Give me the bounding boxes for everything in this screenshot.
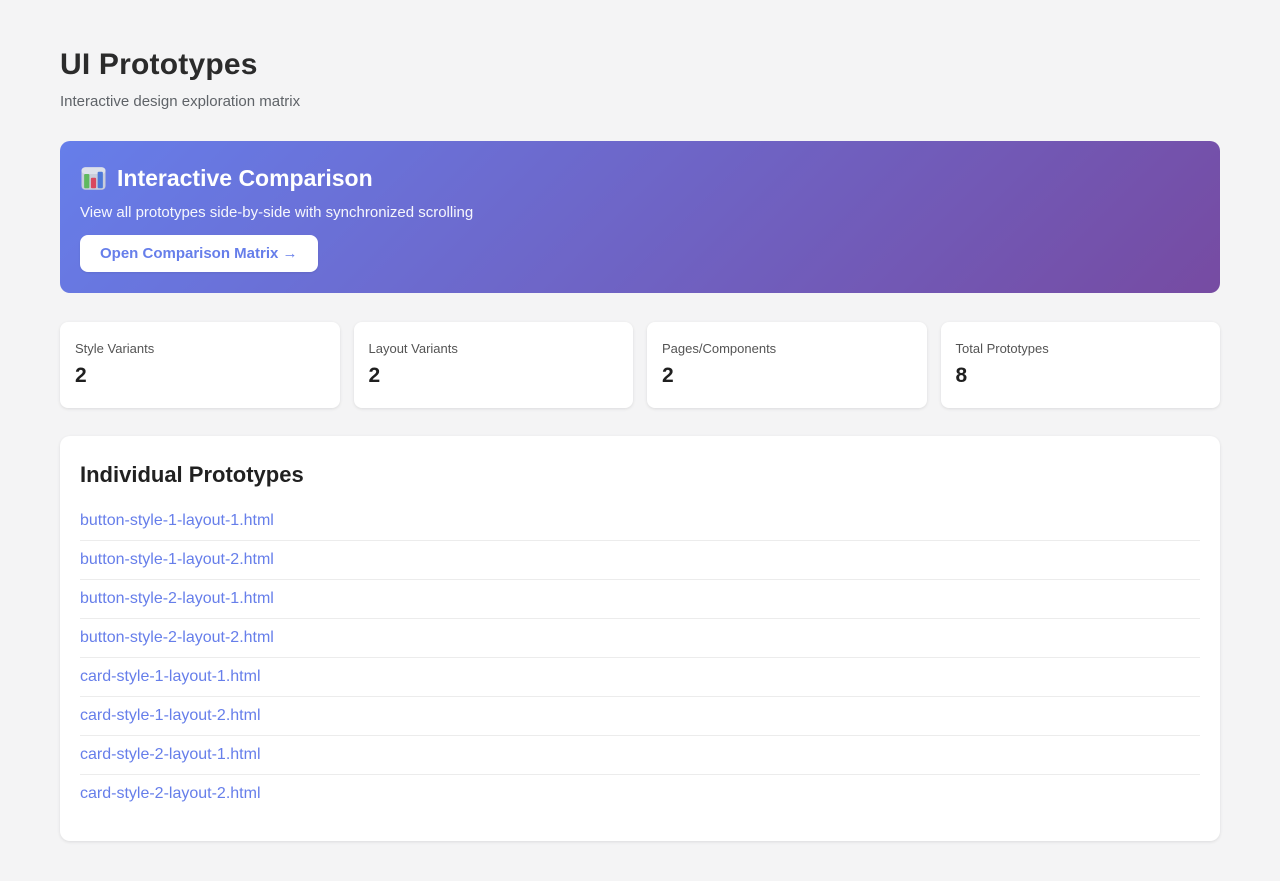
list-item: card-style-2-layout-1.html [80, 736, 1200, 775]
stats-row: Style Variants 2 Layout Variants 2 Pages… [60, 322, 1220, 408]
banner-title-text: Interactive Comparison [117, 165, 373, 191]
page-title: UI Prototypes [60, 48, 258, 81]
list-item: card-style-2-layout-2.html [80, 775, 1200, 813]
list-item: button-style-2-layout-1.html [80, 580, 1200, 619]
stat-card-pages-components: Pages/Components 2 [647, 322, 927, 408]
prototype-link-card-style-2-layout-1[interactable]: card-style-2-layout-1.html [80, 746, 261, 763]
prototype-link-button-style-1-layout-2[interactable]: button-style-1-layout-2.html [80, 551, 274, 568]
banner-description: View all prototypes side-by-side with sy… [80, 204, 474, 221]
list-item: button-style-1-layout-1.html [80, 502, 1200, 541]
stat-value: 2 [662, 364, 674, 387]
prototype-list: button-style-1-layout-1.html button-styl… [80, 502, 1200, 813]
list-item: button-style-2-layout-2.html [80, 619, 1200, 658]
open-comparison-matrix-button[interactable]: Open Comparison Matrix → [80, 235, 318, 272]
prototype-link-button-style-1-layout-1[interactable]: button-style-1-layout-1.html [80, 512, 274, 529]
list-item: button-style-1-layout-2.html [80, 541, 1200, 580]
stat-label: Pages/Components [662, 341, 777, 356]
prototypes-heading: Individual Prototypes [80, 462, 304, 487]
comparison-banner: Interactive Comparison View all prototyp… [60, 141, 1220, 293]
individual-prototypes-card: Individual Prototypes button-style-1-lay… [60, 436, 1220, 841]
prototype-link-card-style-2-layout-2[interactable]: card-style-2-layout-2.html [80, 785, 261, 802]
stat-card-layout-variants: Layout Variants 2 [353, 322, 633, 408]
page-subtitle: Interactive design exploration matrix [60, 93, 301, 110]
stat-value: 2 [75, 364, 87, 387]
page-container: UI Prototypes Interactive design explora… [0, 0, 1280, 881]
stat-label: Layout Variants [368, 341, 458, 356]
prototype-link-card-style-1-layout-2[interactable]: card-style-1-layout-2.html [80, 707, 261, 724]
prototype-link-button-style-2-layout-2[interactable]: button-style-2-layout-2.html [80, 629, 274, 646]
banner-title: Interactive Comparison [80, 165, 1200, 192]
stat-label: Total Prototypes [955, 341, 1049, 356]
bar-chart-icon [80, 165, 107, 192]
stat-label: Style Variants [75, 341, 155, 356]
stat-value: 2 [368, 364, 381, 387]
stat-card-total-prototypes: Total Prototypes 8 [940, 322, 1220, 408]
list-item: card-style-1-layout-2.html [80, 697, 1200, 736]
prototype-link-button-style-2-layout-1[interactable]: button-style-2-layout-1.html [80, 590, 274, 607]
list-item: card-style-1-layout-1.html [80, 658, 1200, 697]
stat-card-style-variants: Style Variants 2 [60, 322, 340, 408]
stat-value: 8 [955, 364, 968, 387]
prototype-link-card-style-1-layout-1[interactable]: card-style-1-layout-1.html [80, 668, 261, 685]
